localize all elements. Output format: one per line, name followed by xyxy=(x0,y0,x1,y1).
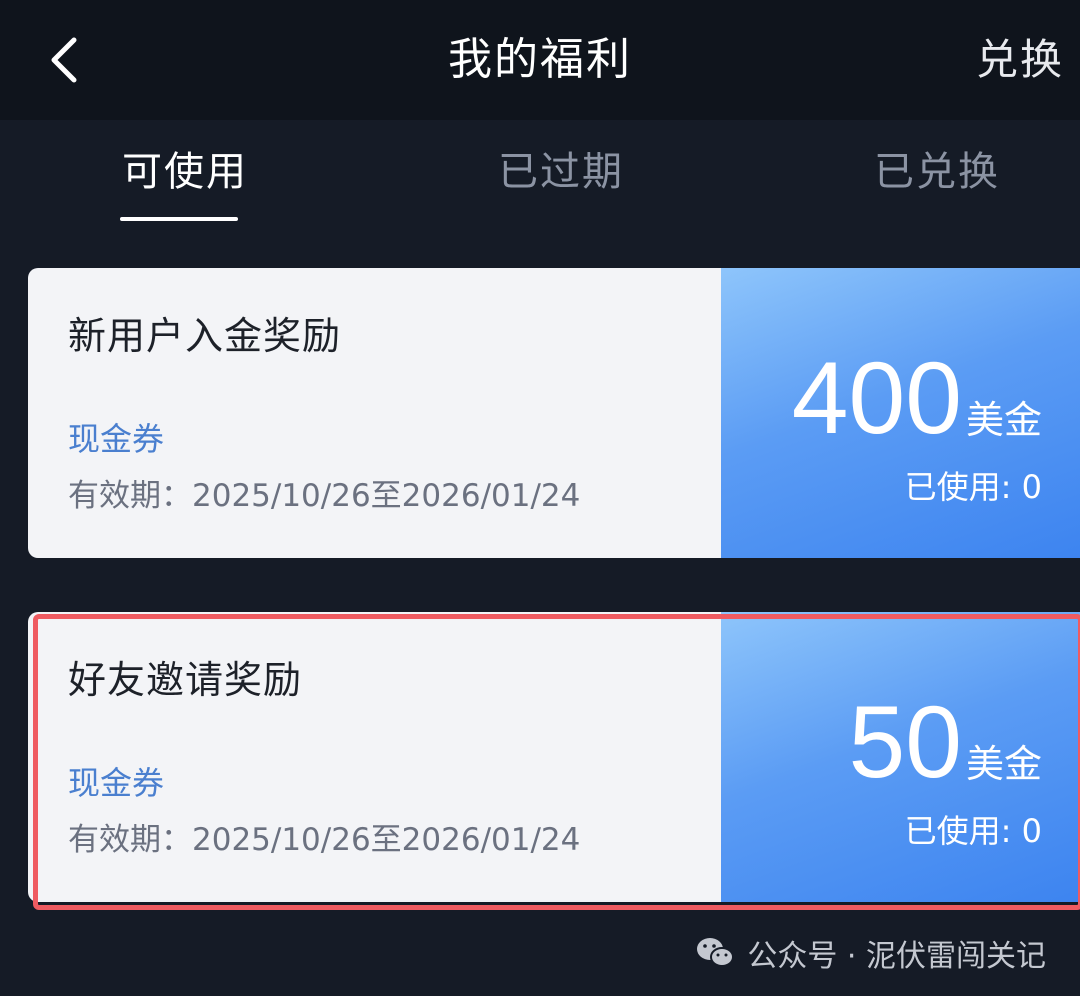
page-title: 我的福利 xyxy=(448,34,632,85)
coupon-amount-group: 50 美金 xyxy=(849,682,1042,802)
coupon-info: 好友邀请奖励 现金券 有效期：2025/10/26至2026/01/24 xyxy=(28,612,721,902)
coupon-card[interactable]: 好友邀请奖励 现金券 有效期：2025/10/26至2026/01/24 50 美… xyxy=(28,612,1080,902)
tab-available[interactable]: 可使用 xyxy=(122,144,248,200)
coupon-used-count: 已使用: 0 xyxy=(904,468,1042,506)
tab-expired[interactable]: 已过期 xyxy=(498,144,624,200)
welfare-page: 我的福利 兑换 可使用 已过期 已兑换 新用户入金奖励 现金券 有效期：2025… xyxy=(0,0,1080,996)
tab-bar: 可使用 已过期 已兑换 xyxy=(0,120,1080,230)
coupon-amount: 400 xyxy=(791,341,962,455)
exchange-button[interactable]: 兑换 xyxy=(976,30,1064,90)
coupon-value-panel: 400 美金 已使用: 0 xyxy=(721,268,1080,558)
coupon-value-panel: 50 美金 已使用: 0 xyxy=(721,612,1080,902)
coupon-amount: 50 xyxy=(848,685,962,799)
coupon-type: 现金券 xyxy=(68,764,165,802)
coupon-unit: 美金 xyxy=(965,398,1042,442)
coupon-type: 现金券 xyxy=(68,420,165,458)
coupon-validity: 有效期：2025/10/26至2026/01/24 xyxy=(68,822,581,858)
coupon-unit: 美金 xyxy=(965,742,1042,786)
coupon-amount-group: 400 美金 xyxy=(792,338,1042,458)
active-tab-indicator xyxy=(120,217,238,221)
coupon-validity: 有效期：2025/10/26至2026/01/24 xyxy=(68,478,581,514)
tab-redeemed[interactable]: 已兑换 xyxy=(874,144,1000,200)
wechat-icon xyxy=(697,938,735,967)
watermark: 公众号 · 泥伏雷闯关记 xyxy=(695,928,1046,978)
coupon-name: 好友邀请奖励 xyxy=(68,658,303,702)
header-bar: 我的福利 兑换 xyxy=(0,0,1080,120)
coupon-used-count: 已使用: 0 xyxy=(904,812,1042,850)
watermark-text: 公众号 · 泥伏雷闯关记 xyxy=(747,939,1046,974)
coupon-card[interactable]: 新用户入金奖励 现金券 有效期：2025/10/26至2026/01/24 40… xyxy=(28,268,1080,558)
coupon-info: 新用户入金奖励 现金券 有效期：2025/10/26至2026/01/24 xyxy=(28,268,721,558)
coupon-name: 新用户入金奖励 xyxy=(68,314,342,358)
